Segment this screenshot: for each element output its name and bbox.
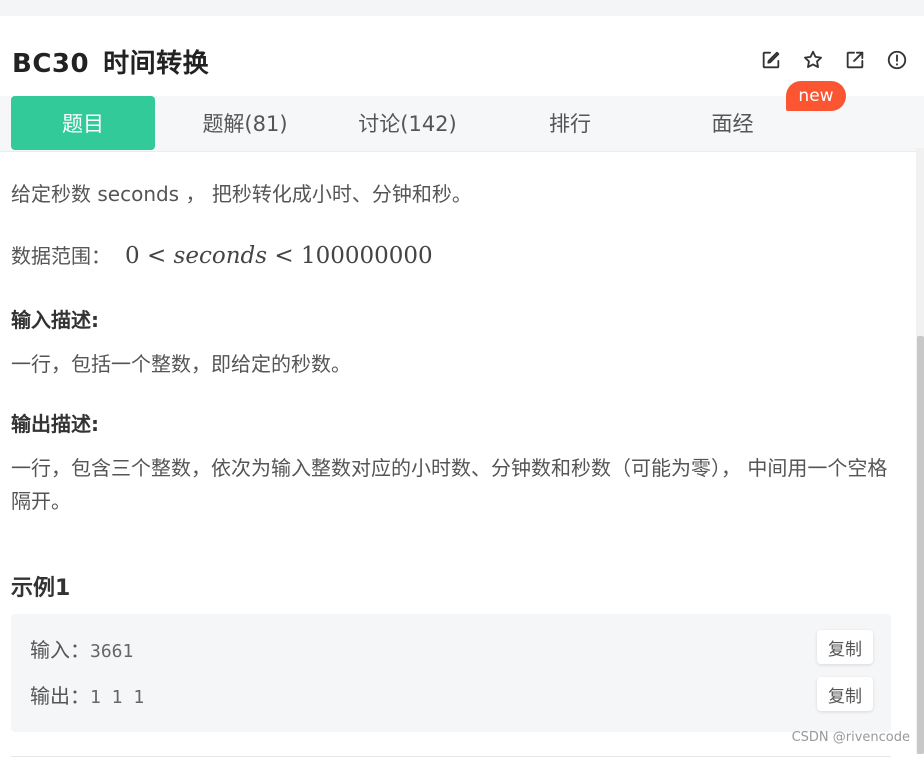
tab-discussion[interactable]: 讨论(142) [335, 96, 480, 150]
range-var: seconds [173, 243, 268, 269]
problem-panel: BC30 时间转换 题目 题解(81) 讨论(142) 排行 面经 new 给定… [0, 16, 924, 770]
share-icon[interactable] [844, 49, 866, 71]
range-low: 0 [125, 243, 140, 269]
copy-input-button[interactable]: 复制 [817, 630, 873, 664]
range-op-1: < [146, 243, 167, 269]
problem-header: BC30 时间转换 [0, 16, 924, 96]
range-high: 100000000 [300, 243, 433, 269]
example-output-value: 1 1 1 [90, 687, 145, 708]
input-heading: 输入描述: [11, 308, 99, 332]
watermark: CSDN @rivencode [791, 730, 910, 745]
report-icon[interactable] [886, 49, 908, 71]
star-icon[interactable] [802, 49, 824, 71]
example-box: 输入：3661 复制 输出：1 1 1 复制 [11, 614, 891, 732]
problem-code: BC30 [12, 49, 90, 79]
data-range: 数据范围： 0 < seconds < 100000000 [11, 240, 433, 269]
input-description: 一行，包括一个整数，即给定的秒数。 [11, 352, 351, 376]
tab-solutions[interactable]: 题解(81) [175, 96, 315, 150]
problem-title: BC30 时间转换 [12, 43, 209, 80]
copy-output-button[interactable]: 复制 [817, 677, 873, 711]
range-label: 数据范围： [11, 244, 111, 268]
scrollbar-thumb[interactable] [917, 336, 924, 754]
tab-ranking[interactable]: 排行 [500, 96, 640, 150]
top-strip [0, 0, 924, 16]
example-input-label: 输入： [30, 638, 90, 662]
example-input-value: 3661 [90, 641, 134, 662]
header-actions [760, 49, 908, 71]
range-formula: 0 < seconds < 100000000 [125, 243, 433, 269]
problem-name: 时间转换 [103, 49, 210, 79]
tab-problem[interactable]: 题目 [11, 96, 155, 150]
example-input: 输入：3661 [30, 634, 133, 663]
output-description: 一行，包含三个整数，依次为输入整数对应的小时数、分钟数和秒数（可能为零）， 中间… [11, 456, 888, 513]
new-badge: new [786, 81, 846, 111]
example-output-label: 输出： [30, 684, 90, 708]
edit-icon[interactable] [760, 49, 782, 71]
output-heading: 输出描述: [11, 412, 99, 436]
example-heading: 示例1 [11, 576, 71, 601]
range-op-2: < [274, 243, 294, 269]
tab-interview[interactable]: 面经 [660, 96, 805, 150]
problem-description: 给定秒数 seconds ， 把秒转化成小时、分钟和秒。 [11, 182, 472, 206]
divider [11, 756, 891, 757]
example-output: 输出：1 1 1 [30, 680, 144, 709]
